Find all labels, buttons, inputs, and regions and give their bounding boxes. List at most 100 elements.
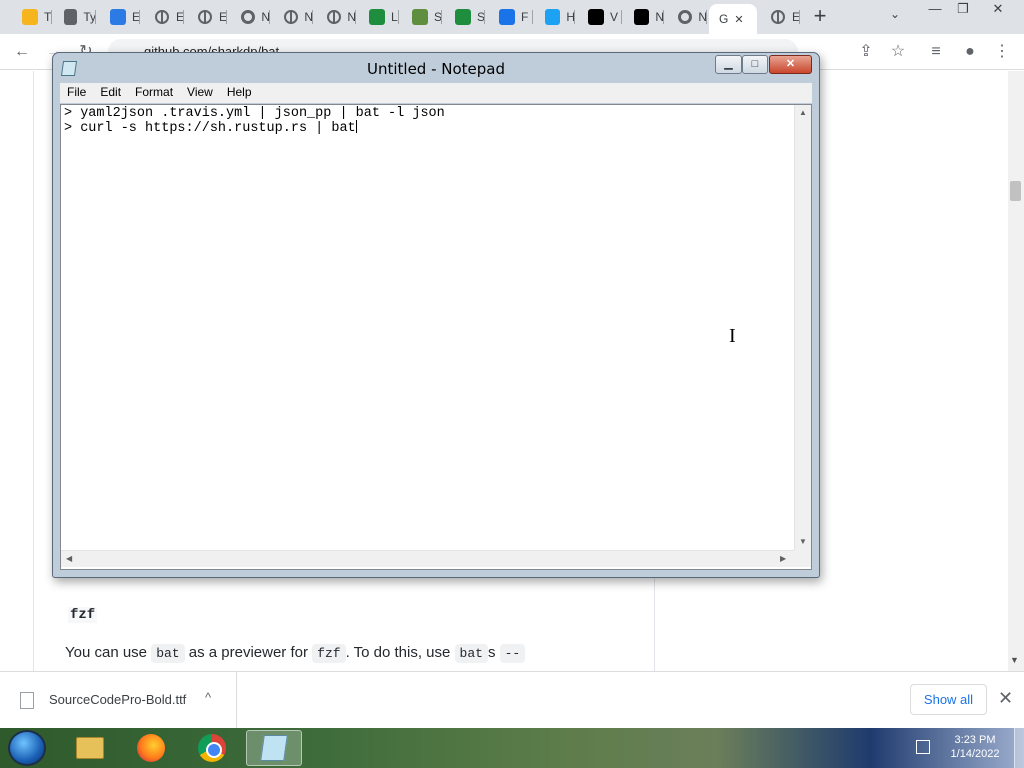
tab-title: V	[610, 10, 619, 24]
tab-separator	[799, 10, 800, 24]
scroll-left-arrow-icon[interactable]: ◀	[66, 554, 72, 563]
globe-icon	[770, 9, 786, 25]
tab-4[interactable]: E	[144, 4, 184, 30]
tab-9[interactable]: L	[359, 4, 399, 30]
tab-search-button[interactable]: ⌄	[890, 7, 900, 21]
tab-15[interactable]: N	[624, 4, 664, 30]
tab-14[interactable]: V	[578, 4, 622, 30]
tab-separator	[621, 10, 622, 24]
audio-icon	[64, 9, 78, 25]
we-icon	[588, 9, 604, 25]
bookmark-star-icon[interactable]: ☆	[888, 42, 908, 62]
close-tab-icon[interactable]: ✕	[734, 13, 743, 26]
tab-separator	[355, 10, 356, 24]
globe-icon	[197, 9, 213, 25]
menu-help[interactable]: Help	[220, 83, 259, 103]
windows-taskbar: 3:23 PM 1/14/2022	[0, 728, 1024, 768]
media-control-icon[interactable]: ≡	[926, 42, 946, 62]
window-minimize-button[interactable]: —	[920, 0, 950, 20]
page-scrollbar-thumb[interactable]	[1010, 181, 1021, 201]
folder-icon	[76, 737, 104, 759]
share-icon[interactable]: ⇪	[856, 42, 876, 62]
scroll-up-arrow-icon[interactable]: ▲	[799, 108, 807, 117]
tab-16[interactable]: N	[667, 4, 707, 30]
download-filename[interactable]: SourceCodePro-Bold.ttf	[49, 692, 186, 707]
tab-separator	[269, 10, 270, 24]
tab-2[interactable]: Ty	[54, 4, 96, 30]
close-button[interactable]: ✕	[769, 55, 812, 74]
horizontal-scrollbar[interactable]: ◀ ▶	[61, 550, 794, 567]
chrome-icon	[198, 734, 226, 762]
new-tab-button[interactable]: +	[808, 5, 832, 29]
taskbar-firefox[interactable]	[123, 730, 179, 766]
menu-format[interactable]: Format	[128, 83, 180, 103]
tab-separator	[398, 10, 399, 24]
window-title: Untitled - Notepad	[366, 60, 506, 78]
text-span: You can use	[65, 644, 152, 661]
tab-title: F	[521, 10, 529, 24]
vertical-scrollbar[interactable]: ▲ ▼	[794, 105, 811, 550]
text-span: . To do this, use	[345, 644, 455, 661]
text-span: as a previewer for	[184, 644, 313, 661]
tab-separator	[139, 10, 140, 24]
show-desktop-button[interactable]	[1014, 728, 1024, 768]
tab-separator	[574, 10, 575, 24]
tab-7[interactable]: N	[273, 4, 313, 30]
maximize-button[interactable]: □	[742, 55, 768, 74]
tab-12[interactable]: F	[489, 4, 533, 30]
notepad-titlebar[interactable]: Untitled - Notepad ▁ □ ✕	[53, 53, 819, 83]
tab-3[interactable]: E	[100, 4, 140, 30]
close-download-bar-icon[interactable]: ✕	[998, 688, 1013, 709]
back-button[interactable]: ←	[12, 42, 32, 62]
tab-8[interactable]: N	[316, 4, 356, 30]
menu-file[interactable]: File	[60, 83, 93, 103]
green-arrow-icon	[369, 9, 385, 25]
firefox-icon	[137, 734, 165, 762]
tab-13[interactable]: H	[535, 4, 575, 30]
tab-18[interactable]: E	[760, 4, 800, 30]
chevron-up-icon[interactable]: ^	[205, 690, 211, 705]
chrome-menu-icon[interactable]: ⋮	[992, 42, 1012, 62]
download-item[interactable]: SourceCodePro-Bold.ttf ^	[0, 672, 237, 729]
tab-11[interactable]: S	[445, 4, 485, 30]
yellow-badge-icon	[22, 9, 38, 25]
taskbar-chrome[interactable]	[184, 730, 240, 766]
tab-10[interactable]: S	[402, 4, 442, 30]
globe-icon	[283, 9, 298, 25]
window-close-button[interactable]: ✕	[983, 0, 1013, 20]
minimize-button[interactable]: ▁	[715, 55, 742, 74]
menu-view[interactable]: View	[180, 83, 220, 103]
action-center-flag-icon[interactable]	[916, 740, 930, 754]
scroll-right-arrow-icon[interactable]: ▶	[780, 554, 786, 563]
page-scrollbar[interactable]	[1008, 71, 1024, 671]
tab-separator	[312, 10, 313, 24]
scroll-down-arrow-icon[interactable]: ▼	[799, 537, 807, 546]
tab-active[interactable]: G ✕	[709, 4, 757, 34]
text-editor-area[interactable]: > yaml2json .travis.yml | json_pp | bat …	[60, 104, 812, 570]
resize-grip[interactable]	[794, 550, 811, 567]
taskbar-notepad[interactable]	[246, 730, 302, 766]
inline-code: bat	[151, 644, 185, 663]
show-all-button[interactable]: Show all	[910, 684, 987, 715]
medium-icon	[634, 9, 650, 25]
tab-separator	[183, 10, 184, 24]
tab-6[interactable]: N	[230, 4, 270, 30]
menu-edit[interactable]: Edit	[93, 83, 128, 103]
ibeam-cursor-icon: I	[729, 325, 736, 347]
editor-text[interactable]: > yaml2json .travis.yml | json_pp | bat …	[64, 107, 445, 136]
github-icon	[677, 9, 692, 25]
profile-avatar-icon[interactable]: ●	[960, 42, 980, 62]
file-icon	[20, 692, 34, 709]
scroll-down-arrow-icon[interactable]: ▼	[1010, 655, 1019, 665]
globe-icon	[326, 9, 341, 25]
inline-code: --	[499, 644, 526, 663]
tab-5[interactable]: E	[187, 4, 227, 30]
window-restore-button[interactable]: ❐	[948, 0, 978, 20]
notepad-window[interactable]: Untitled - Notepad ▁ □ ✕ File Edit Forma…	[52, 52, 820, 578]
tab-1[interactable]: T	[12, 4, 52, 30]
tab-separator	[441, 10, 442, 24]
start-button[interactable]	[8, 730, 46, 766]
system-clock[interactable]: 3:23 PM 1/14/2022	[940, 733, 1010, 761]
text-caret	[355, 120, 357, 133]
taskbar-file-explorer[interactable]	[62, 730, 118, 766]
